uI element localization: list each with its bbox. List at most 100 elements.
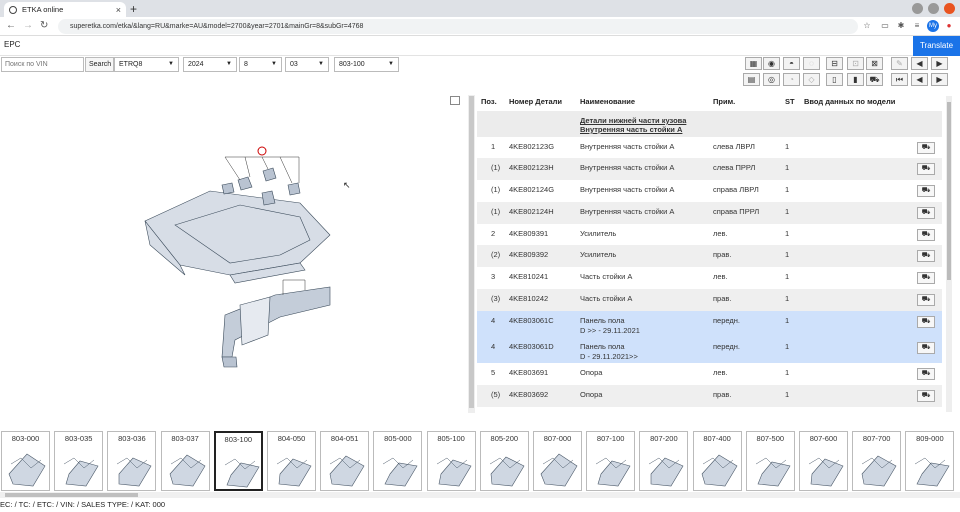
illustration-select[interactable]: 803-100 ▼	[334, 57, 399, 72]
table-row[interactable]: (2) 4KE809392 Усилитель прав. 1 ⛟	[477, 245, 942, 267]
forward-icon[interactable]: →	[23, 20, 33, 31]
minimize-icon[interactable]	[912, 3, 923, 14]
row-part-number: 4KE803061C	[509, 316, 554, 325]
menu-icon[interactable]: ≡	[912, 21, 922, 31]
table-row[interactable]: (1) 4KE802124G Внутренняя часть стойки А сп…	[477, 180, 942, 202]
keyboard-icon[interactable]: ▤	[743, 73, 760, 86]
tool-icon-1[interactable]: ▦	[745, 57, 762, 70]
reload-icon[interactable]: ↻	[40, 20, 48, 31]
main-group-select[interactable]: 8 ▼	[239, 57, 282, 72]
add-to-cart-icon[interactable]: ⛟	[917, 207, 935, 219]
first-page-icon[interactable]: ⏮	[891, 73, 908, 86]
add-to-cart-icon[interactable]: ⛟	[917, 229, 935, 241]
next-icon[interactable]: ▶	[931, 73, 948, 86]
thumbnail-scrollbar[interactable]	[0, 492, 960, 498]
expand-diagram-icon[interactable]	[450, 96, 460, 105]
table-row[interactable]: 3 4KE810241 Часть стойки А лев. 1 ⛟	[477, 267, 942, 289]
tool-icon-2[interactable]: ◉	[763, 57, 780, 70]
star-icon[interactable]: ☆	[862, 21, 872, 31]
thumbnail-807-600[interactable]: 807-600	[799, 431, 848, 491]
tool-icon-11[interactable]: ◇	[803, 73, 820, 86]
browser-tab[interactable]: ETKA online ×	[4, 2, 126, 17]
thumbnail-807-700[interactable]: 807-700	[852, 431, 902, 491]
add-to-cart-icon[interactable]: ⛟	[917, 272, 935, 284]
thumbnail-803-000[interactable]: 803-000	[1, 431, 50, 491]
thumbnail-807-200[interactable]: 807-200	[639, 431, 689, 491]
row-name: Часть стойки А	[580, 272, 633, 281]
thumbnail-807-500[interactable]: 807-500	[745, 431, 795, 491]
tool-icon-10[interactable]: ◔	[783, 73, 800, 86]
url-field[interactable]: superetka.com/etka/&lang=RU&marke=AU&mod…	[58, 19, 858, 34]
thumbnail-805-100[interactable]: 805-100	[426, 431, 476, 491]
thumbnail-807-000[interactable]: 807-000	[533, 431, 582, 491]
vin-search-input[interactable]	[1, 57, 84, 72]
tool-icon-12[interactable]: ▯	[826, 73, 843, 86]
table-scrollbar-thumb[interactable]	[947, 102, 951, 280]
prev-page-icon[interactable]: ◀	[911, 57, 928, 70]
new-tab-icon[interactable]: +	[130, 2, 137, 16]
sub-group-select[interactable]: 03 ▼	[285, 57, 329, 72]
row-pos: 3	[491, 272, 496, 281]
extensions-icon[interactable]: ✱	[896, 21, 906, 31]
table-row[interactable]: 2 4KE809391 Усилитель лев. 1 ⛟	[477, 224, 942, 245]
thumbnail-803-036[interactable]: 803-036	[107, 431, 157, 491]
translate-button[interactable]: Translate	[913, 36, 960, 56]
add-to-cart-icon[interactable]: ⛟	[917, 342, 935, 354]
epc-label[interactable]: EPC	[4, 40, 20, 49]
thumbnail-803-035[interactable]: 803-035	[54, 431, 104, 491]
add-to-cart-icon[interactable]: ⛟	[917, 368, 935, 380]
thumbnail-805-000[interactable]: 805-000	[373, 431, 423, 491]
avatar[interactable]: My	[927, 20, 939, 32]
thumbnail-804-050[interactable]: 804-050	[267, 431, 316, 491]
add-to-cart-icon[interactable]: ⛟	[917, 390, 935, 402]
thumbnail-807-100[interactable]: 807-100	[586, 431, 636, 491]
illustration-value: 803-100	[339, 61, 365, 68]
table-row[interactable]: (5) 4KE803692 Опора прав. 1 ⛟	[477, 385, 942, 407]
back-icon[interactable]: ←	[6, 20, 16, 31]
add-to-cart-icon[interactable]: ⛟	[917, 142, 935, 154]
opera-icon[interactable]: ●	[944, 21, 954, 31]
row-note: прав.	[713, 390, 732, 399]
thumbnail-804-051[interactable]: 804-051	[320, 431, 370, 491]
add-to-cart-icon[interactable]: ⛟	[917, 250, 935, 262]
thumbnail-scrollbar-thumb[interactable]	[5, 493, 138, 497]
tool-icon-9[interactable]: ◎	[763, 73, 780, 86]
add-to-cart-icon[interactable]: ⛟	[917, 163, 935, 175]
table-row[interactable]: 5 4KE803691 Опора лев. 1 ⛟	[477, 363, 942, 385]
tool-icon-6[interactable]: ⊡	[847, 57, 864, 70]
diagram-scrollbar-thumb[interactable]	[469, 96, 474, 408]
car-icon[interactable]: ◓	[783, 57, 800, 70]
tool-icon-7[interactable]: ⊠	[866, 57, 883, 70]
table-row[interactable]: (3) 4KE810242 Часть стойки А прав. 1 ⛟	[477, 289, 942, 311]
thumbnail-803-037[interactable]: 803-037	[160, 431, 210, 491]
add-to-cart-icon[interactable]: ⛟	[917, 185, 935, 197]
row-part-number: 4KE802123H	[509, 163, 554, 172]
window-close-icon[interactable]	[944, 3, 955, 14]
thumbnail-807-400[interactable]: 807-400	[692, 431, 742, 491]
table-row[interactable]: (1) 4KE802123H Внутренняя часть стойки А сл…	[477, 158, 942, 180]
close-tab-icon[interactable]: ×	[116, 5, 121, 15]
search-button[interactable]: Search	[85, 57, 114, 72]
thumbnail-809-000[interactable]: 809-000	[905, 431, 955, 491]
table-row[interactable]: 4 4KE803061D Панель пола передн. 1 D - 29.11.…	[477, 337, 942, 363]
table-row[interactable]: 4 4KE803061C Панель пола передн. 1 D >> - 29.…	[477, 311, 942, 337]
cast-icon[interactable]: ▭	[880, 21, 890, 31]
add-to-cart-icon[interactable]: ⛟	[917, 316, 935, 328]
year-select[interactable]: 2024 ▼	[183, 57, 237, 72]
cart-icon[interactable]: ⛟	[866, 73, 883, 86]
catalog-select[interactable]: ETRQ8 ▼	[114, 57, 179, 72]
table-row[interactable]: 1 4KE802123G Внутренняя часть стойки А слев…	[477, 137, 942, 158]
prev-icon[interactable]: ◀	[911, 73, 928, 86]
tool-icon-5[interactable]: ⊟	[826, 57, 843, 70]
thumbnail-805-200[interactable]: 805-200	[479, 431, 529, 491]
thumbnail-803-100[interactable]: 803-100	[213, 431, 263, 491]
add-to-cart-icon[interactable]: ⛟	[917, 294, 935, 306]
tool-icon-13[interactable]: ▮	[847, 73, 864, 86]
table-row[interactable]: (1) 4KE802124H Внутренняя часть стойки А сп…	[477, 202, 942, 224]
parts-diagram[interactable]	[0, 95, 466, 415]
pin-icon[interactable]: ✎	[891, 57, 908, 70]
next-page-icon[interactable]: ▶	[931, 57, 948, 70]
row-name: Панель пола	[580, 316, 625, 325]
maximize-icon[interactable]	[928, 3, 939, 14]
tool-icon-4[interactable]: ◌	[803, 57, 820, 70]
